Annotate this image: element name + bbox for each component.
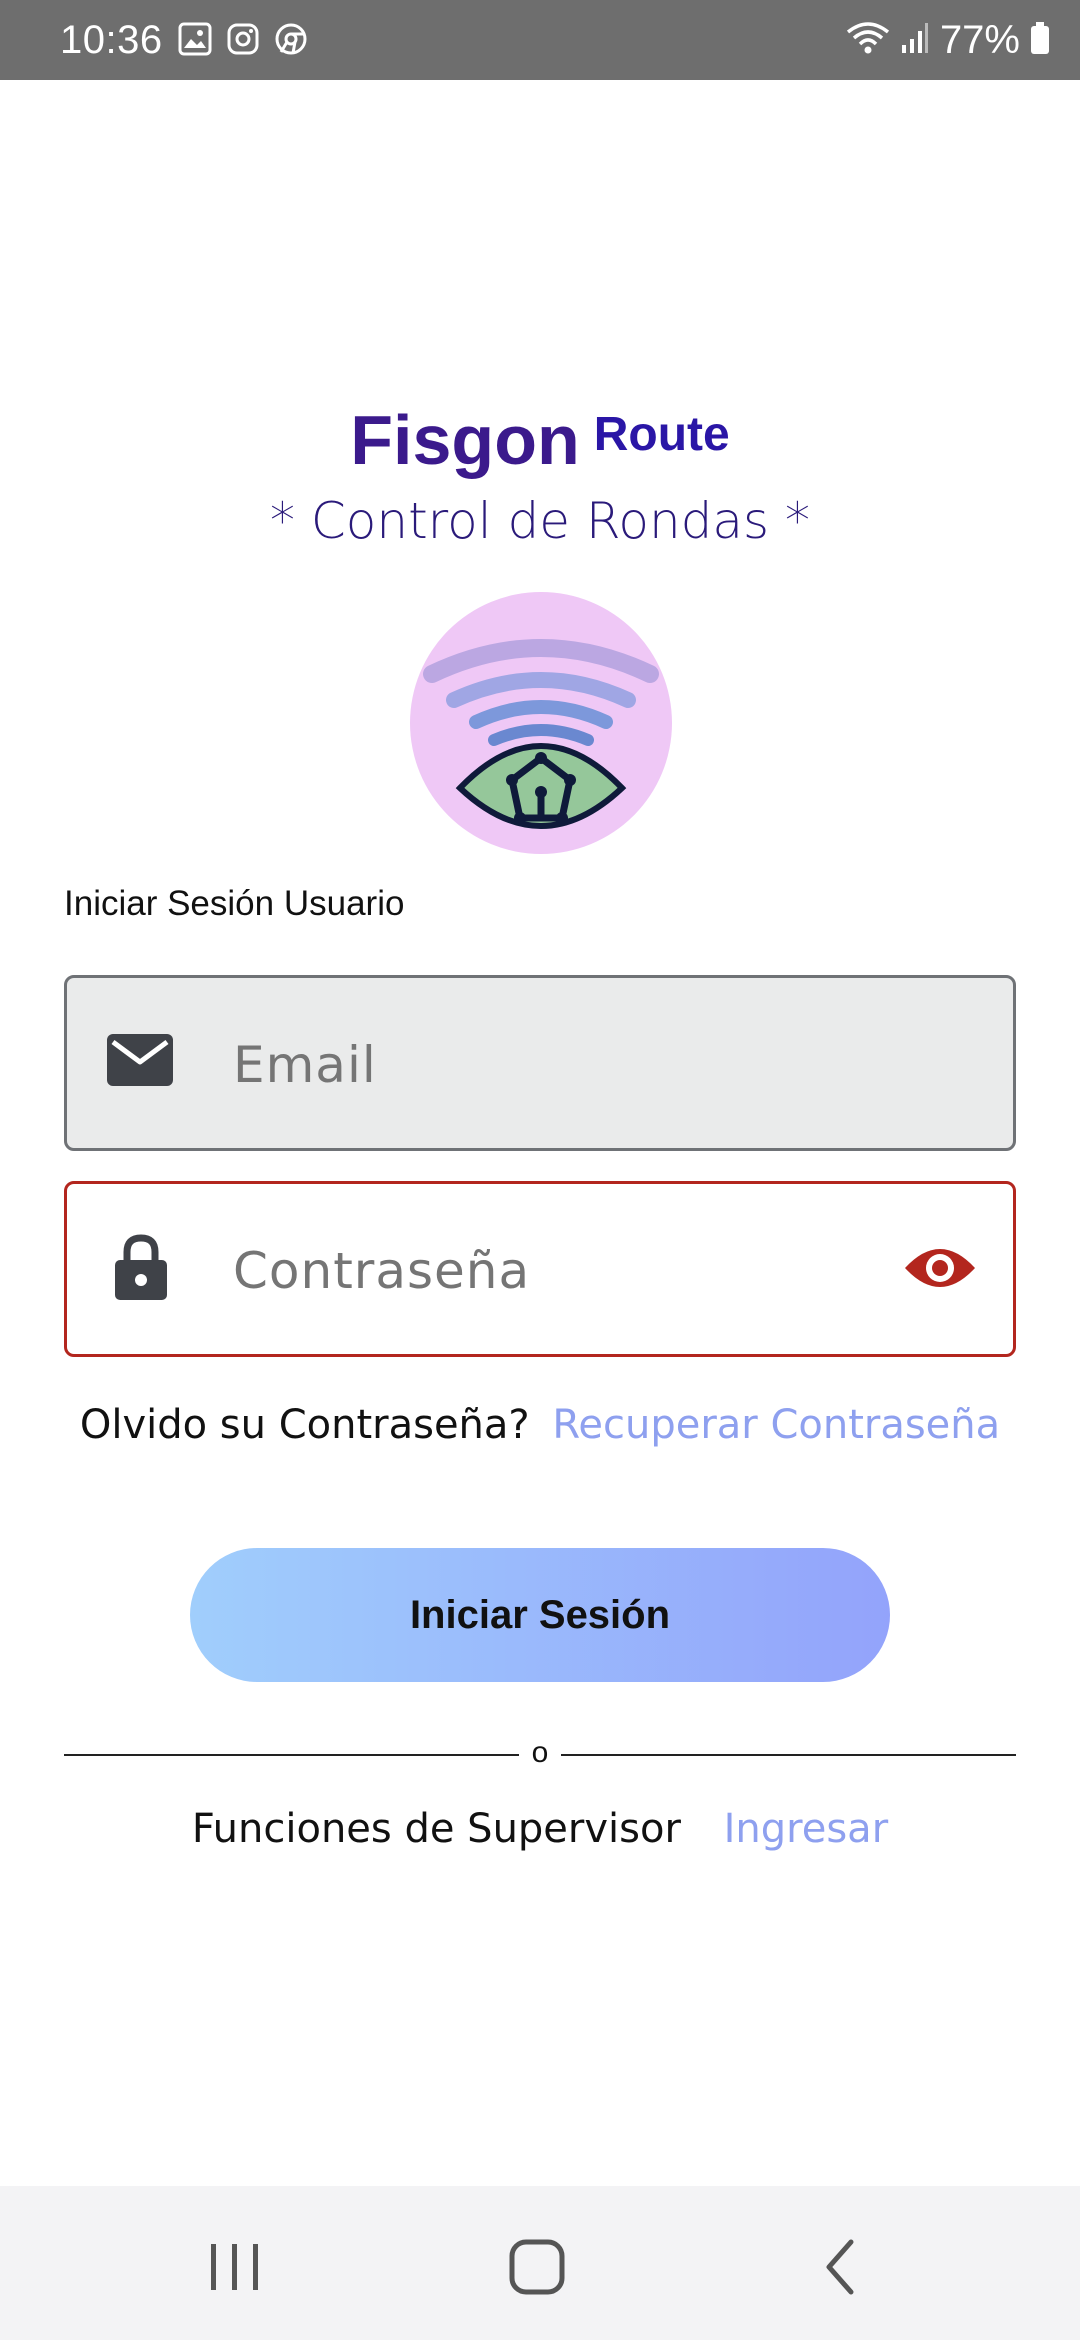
home-icon[interactable] xyxy=(500,2232,580,2302)
password-field[interactable] xyxy=(64,1181,1016,1357)
or-divider: o xyxy=(64,1736,1016,1772)
app-title: Fisgon Route xyxy=(0,400,1080,480)
system-icons: 77% xyxy=(846,18,1050,63)
email-input[interactable] xyxy=(233,1036,933,1094)
divider-line-right xyxy=(561,1754,1016,1756)
show-password-icon[interactable] xyxy=(903,1242,977,1299)
email-icon xyxy=(107,1032,173,1093)
wifi-icon xyxy=(846,20,890,61)
brand-name: Fisgon xyxy=(350,401,580,479)
signal-icon xyxy=(900,21,930,60)
login-section-label: Iniciar Sesión Usuario xyxy=(64,884,405,923)
supervisor-label: Funciones de Supervisor xyxy=(191,1806,681,1852)
battery-icon xyxy=(1030,21,1050,60)
status-time: 10:36 xyxy=(60,18,163,62)
supervisor-row: Funciones de Supervisor Ingresar xyxy=(0,1806,1080,1852)
login-button[interactable]: Iniciar Sesión xyxy=(190,1548,890,1682)
forgot-password-row: Olvido su Contraseña? Recuperar Contrase… xyxy=(0,1402,1080,1448)
email-field[interactable] xyxy=(64,975,1016,1151)
back-icon[interactable] xyxy=(805,2232,885,2302)
status-bar: 10:36 77% xyxy=(0,0,1080,80)
password-input[interactable] xyxy=(233,1242,833,1300)
recent-apps-icon[interactable] xyxy=(195,2232,275,2302)
recover-password-link[interactable]: Recuperar Contraseña xyxy=(552,1402,1000,1448)
instagram-icon xyxy=(226,22,260,61)
brand-suffix: Route xyxy=(593,408,730,461)
battery-percent: 77% xyxy=(939,18,1020,62)
gallery-icon xyxy=(178,22,212,61)
notification-icons xyxy=(178,22,308,61)
forgot-password-question: Olvido su Contraseña? xyxy=(79,1402,530,1448)
divider-text: o xyxy=(531,1736,549,1769)
lock-icon xyxy=(107,1234,169,1307)
system-nav-bar xyxy=(0,2186,1080,2340)
supervisor-login-link[interactable]: Ingresar xyxy=(724,1806,889,1852)
app-tagline: * Control de Rondas * xyxy=(269,492,810,550)
app-logo xyxy=(410,592,672,854)
chrome-icon xyxy=(274,22,308,61)
